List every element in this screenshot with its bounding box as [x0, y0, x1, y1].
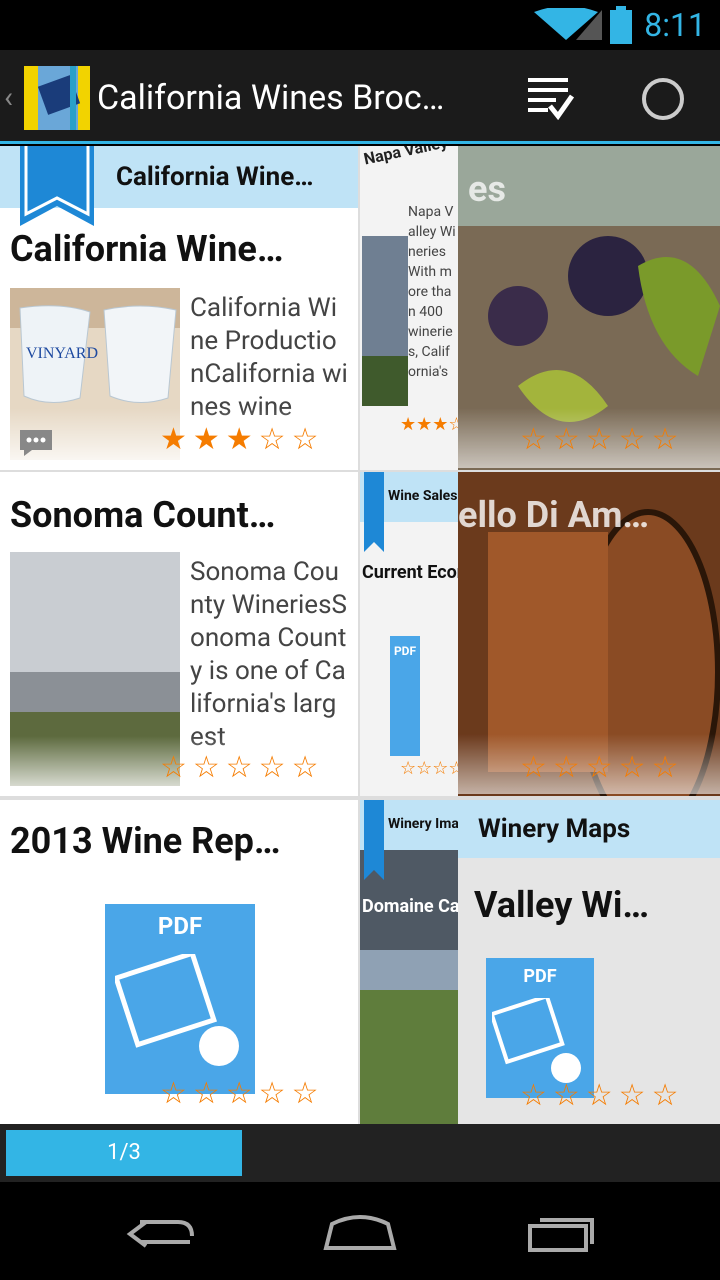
bookmark-icon [364, 472, 384, 552]
pdf-icon: PDF [390, 636, 420, 756]
rating-stars[interactable]: ☆☆☆☆☆ [160, 1076, 324, 1111]
card-title: 2013 Wine Rep… [10, 820, 281, 862]
action-bar: ‹ California Wines Broc… [0, 50, 720, 144]
pdf-icon: PDF [105, 904, 255, 1094]
card-title: es [468, 168, 506, 210]
rating-stars[interactable]: ★★★☆ [400, 414, 458, 435]
rating-stars[interactable]: ☆☆☆☆☆ [520, 750, 684, 785]
comment-icon[interactable] [18, 428, 54, 458]
card-castello-di-amorosa[interactable]: ello Di Am… ☆☆☆☆☆ [458, 472, 720, 796]
card-tab-header: Winery Maps [458, 800, 720, 858]
rating-stars[interactable]: ★★★☆☆ [160, 422, 324, 457]
page-indicator[interactable]: 1/3 [6, 1130, 242, 1176]
battery-icon [610, 6, 632, 44]
card-california-wine[interactable]: California Wine… California Wine… VINYAR… [0, 146, 358, 470]
nav-bar [0, 1182, 720, 1280]
app-title: California Wines Broc… [97, 78, 445, 118]
home-icon[interactable] [322, 1212, 398, 1252]
side-card-title: Napa Valley Wi… [362, 146, 458, 169]
vineyard-rows-image [360, 950, 458, 1124]
card-sonoma-county[interactable]: Sonoma Count… Sonoma County WineriesSono… [0, 472, 358, 796]
bookmark-icon [364, 800, 384, 880]
side-card-title: Domaine Caner… [362, 896, 458, 917]
back-icon[interactable] [124, 1212, 196, 1252]
page-bar: 1/3 [0, 1124, 720, 1182]
app-icon[interactable] [24, 66, 90, 130]
side-card-winery-images[interactable]: Winery Images - Domaine Caner… [360, 800, 458, 1124]
side-card-wine-sales-trend[interactable]: Wine Sales Trend Current Econo… PDF ☆☆☆☆ [360, 472, 458, 796]
status-bar: 8:11 [0, 0, 720, 50]
card-wines-photo[interactable]: es ☆☆☆☆☆ [458, 146, 720, 470]
rating-stars[interactable]: ☆☆☆☆☆ [520, 422, 684, 457]
side-card-title: Current Econo… [362, 562, 458, 583]
clock: 8:11 [644, 6, 706, 44]
pdf-icon: PDF [486, 958, 594, 1098]
content-grid: California Wine… California Wine… VINYAR… [0, 146, 720, 1124]
up-caret-icon[interactable]: ‹ [4, 80, 13, 115]
rating-stars[interactable]: ☆☆☆☆☆ [160, 750, 324, 785]
card-winery-maps[interactable]: Winery Maps Valley Wi… PDF ☆☆☆☆☆ [458, 800, 720, 1124]
card-title: Valley Wi… [474, 884, 650, 926]
svg-text:VINYARD: VINYARD [26, 345, 98, 362]
rating-stars[interactable]: ☆☆☆☆☆ [520, 1078, 684, 1113]
rating-stars[interactable]: ☆☆☆☆ [400, 758, 458, 779]
bookmark-icon [20, 146, 94, 226]
card-description: California Wine ProductionCalifornia win… [190, 293, 348, 422]
winery-sign-image [362, 236, 408, 406]
refresh-icon[interactable] [640, 76, 686, 122]
card-title: California Wine… [10, 228, 284, 270]
card-title: Sonoma Count… [10, 494, 276, 536]
card-2013-wine-report[interactable]: 2013 Wine Rep… PDF ☆☆☆☆☆ [0, 800, 358, 1124]
checklist-icon[interactable] [528, 74, 574, 120]
side-card-text: Napa Valley WineriesWith more than 400 w… [408, 204, 456, 380]
card-title: ello Di Am… [458, 494, 650, 536]
recents-icon[interactable] [526, 1212, 598, 1254]
side-card-napa-valley[interactable]: Napa Valley Wi… Napa Valley WineriesWith… [360, 146, 458, 470]
signal-icon [576, 10, 602, 40]
pdf-label: PDF [157, 912, 203, 940]
